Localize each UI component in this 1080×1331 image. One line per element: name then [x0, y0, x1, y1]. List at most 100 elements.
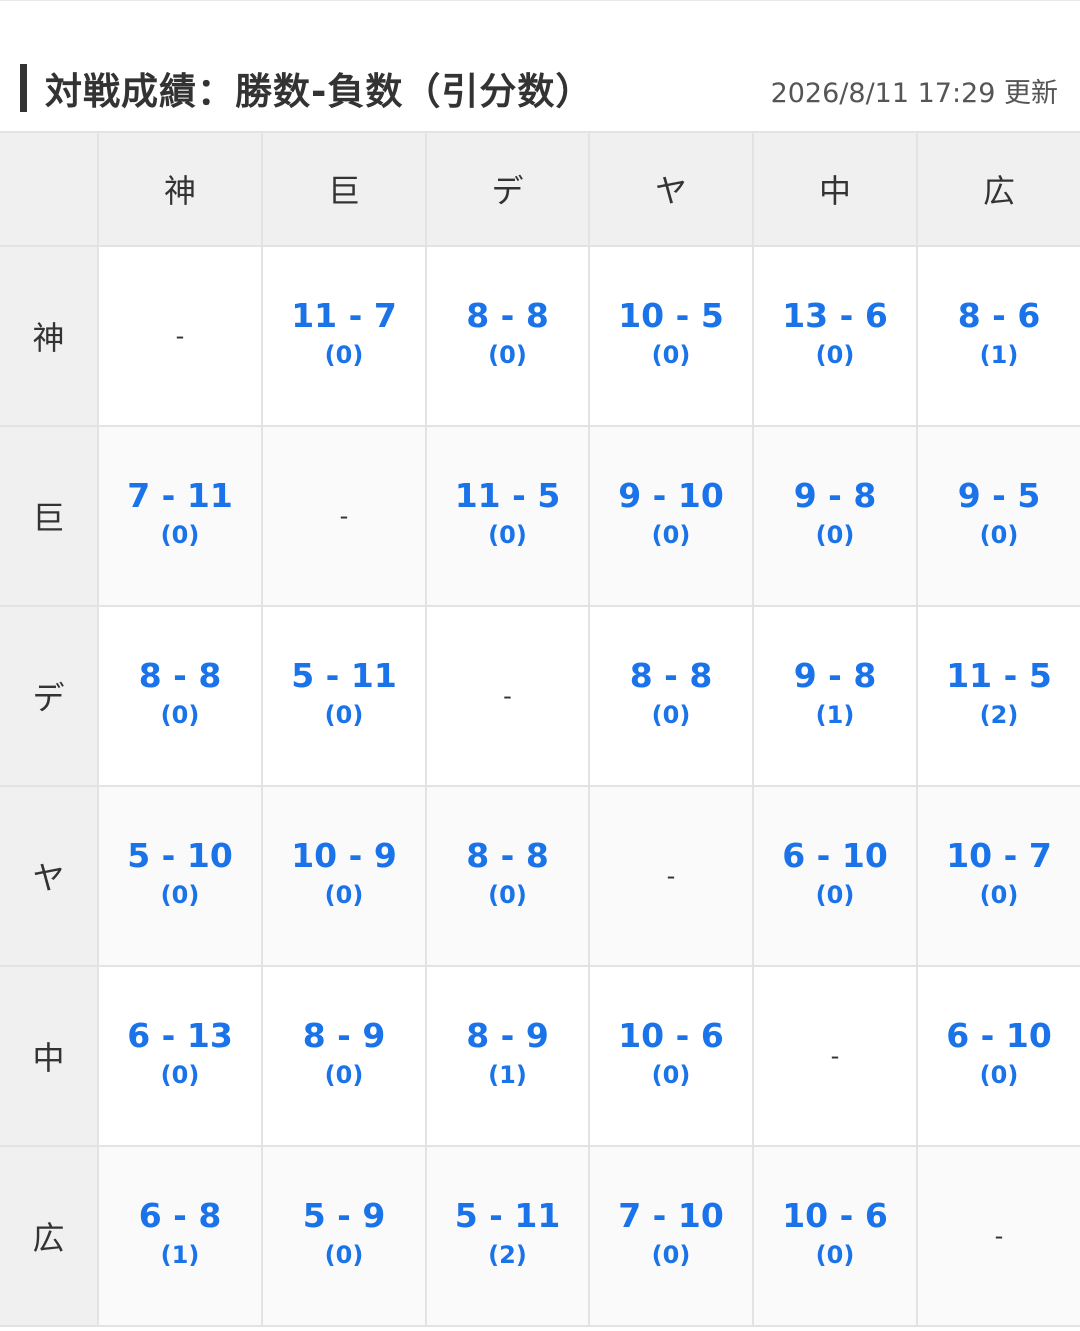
score-link[interactable]: 9 - 10 [590, 477, 752, 515]
matchup-cell: 9 - 5 (0) [916, 425, 1080, 607]
self-matchup-cell: - [261, 425, 427, 607]
draws-count: (0) [324, 881, 364, 909]
self-dash: - [175, 322, 185, 350]
table-row: デ 8 - 8 (0) 5 - 11 (0) - 8 - 8 (0) 9 - 8 (1)… [0, 605, 1080, 787]
matchup-cell: 10 - 6 (0) [588, 965, 754, 1147]
score-link[interactable]: 6 - 10 [754, 837, 916, 875]
draws-count: (0) [815, 1241, 855, 1269]
page-title: 対戦成績：勝数-負数（引分数） [45, 70, 594, 113]
score-link[interactable]: 10 - 6 [754, 1197, 916, 1235]
draws-count: (0) [324, 1241, 364, 1269]
row-header-team: ヤ [0, 785, 99, 967]
matchup-cell: 6 - 10 (0) [916, 965, 1080, 1147]
score-link[interactable]: 10 - 7 [918, 837, 1080, 875]
column-header-team: 中 [752, 131, 918, 247]
draws-count: (0) [979, 1061, 1019, 1089]
matchup-cell: 8 - 9 (0) [261, 965, 427, 1147]
draws-count: (0) [815, 341, 855, 369]
table-row: 広 6 - 8 (1) 5 - 9 (0) 5 - 11 (2) 7 - 10 (0) … [0, 1145, 1080, 1327]
score-link[interactable]: 11 - 5 [427, 477, 588, 515]
matchup-cell: 8 - 9 (1) [425, 965, 590, 1147]
score-link[interactable]: 8 - 9 [263, 1017, 425, 1055]
draws-count: (2) [488, 1241, 527, 1269]
score-link[interactable]: 5 - 11 [427, 1197, 588, 1235]
score-link[interactable]: 7 - 10 [590, 1197, 752, 1235]
matchup-cell: 10 - 7 (0) [916, 785, 1080, 967]
score-link[interactable]: 8 - 8 [427, 297, 588, 335]
column-header-row: 神 巨 デ ヤ 中 広 [0, 131, 1080, 247]
self-dash: - [339, 502, 349, 530]
matchup-cell: 9 - 10 (0) [588, 425, 754, 607]
draws-count: (1) [488, 1061, 527, 1089]
title-accent-bar [20, 64, 27, 112]
score-link[interactable]: 13 - 6 [754, 297, 916, 335]
section-header: 対戦成績：勝数-負数（引分数） 2026/8/11 17:29 更新 [0, 1, 1080, 131]
matchup-cell: 13 - 6 (0) [752, 245, 918, 427]
draws-count: (0) [160, 1061, 200, 1089]
matchup-cell: 9 - 8 (1) [752, 605, 918, 787]
draws-count: (1) [160, 1241, 200, 1269]
matchup-cell: 10 - 9 (0) [261, 785, 427, 967]
column-header-team: デ [425, 131, 590, 247]
matchup-cell: 6 - 10 (0) [752, 785, 918, 967]
self-matchup-cell: - [916, 1145, 1080, 1327]
score-link[interactable]: 9 - 5 [918, 477, 1080, 515]
self-matchup-cell: - [752, 965, 918, 1147]
head-to-head-table: 神 巨 デ ヤ 中 広 神 - 11 - 7 (0) 8 - 8 (0) 10 - … [0, 131, 1080, 1327]
matchup-cell: 8 - 6 (1) [916, 245, 1080, 427]
score-link[interactable]: 10 - 5 [590, 297, 752, 335]
draws-count: (1) [979, 341, 1019, 369]
row-header-team: 神 [0, 245, 99, 427]
score-link[interactable]: 5 - 9 [263, 1197, 425, 1235]
row-header-team: 広 [0, 1145, 99, 1327]
matchup-cell: 6 - 8 (1) [97, 1145, 263, 1327]
draws-count: (0) [324, 1061, 364, 1089]
matchup-cell: 7 - 10 (0) [588, 1145, 754, 1327]
self-matchup-cell: - [425, 605, 590, 787]
self-dash: - [666, 862, 676, 890]
score-link[interactable]: 5 - 10 [99, 837, 261, 875]
matchup-cell: 9 - 8 (0) [752, 425, 918, 607]
score-link[interactable]: 8 - 8 [99, 657, 261, 695]
draws-count: (0) [815, 521, 855, 549]
score-link[interactable]: 6 - 8 [99, 1197, 261, 1235]
score-link[interactable]: 6 - 10 [918, 1017, 1080, 1055]
score-link[interactable]: 11 - 7 [263, 297, 425, 335]
matchup-cell: 7 - 11 (0) [97, 425, 263, 607]
self-dash: - [830, 1042, 840, 1070]
score-link[interactable]: 5 - 11 [263, 657, 425, 695]
column-header-team: ヤ [588, 131, 754, 247]
score-link[interactable]: 7 - 11 [99, 477, 261, 515]
draws-count: (1) [815, 701, 855, 729]
updated-timestamp: 2026/8/11 17:29 更新 [770, 78, 1058, 109]
title-group: 対戦成績：勝数-負数（引分数） [20, 61, 593, 115]
matchup-cell: 11 - 5 (2) [916, 605, 1080, 787]
row-header-team: 中 [0, 965, 99, 1147]
matchup-cell: 5 - 11 (2) [425, 1145, 590, 1327]
score-link[interactable]: 9 - 8 [754, 477, 916, 515]
draws-count: (0) [160, 881, 200, 909]
draws-count: (2) [979, 701, 1019, 729]
self-dash: - [503, 682, 512, 710]
score-link[interactable]: 10 - 9 [263, 837, 425, 875]
score-link[interactable]: 10 - 6 [590, 1017, 752, 1055]
matchup-cell: 8 - 8 (0) [97, 605, 263, 787]
score-link[interactable]: 8 - 9 [427, 1017, 588, 1055]
draws-count: (0) [651, 701, 691, 729]
draws-count: (0) [815, 881, 855, 909]
draws-count: (0) [488, 341, 527, 369]
column-header-team: 広 [916, 131, 1080, 247]
table-row: ヤ 5 - 10 (0) 10 - 9 (0) 8 - 8 (0) - 6 - 10 (… [0, 785, 1080, 967]
draws-count: (0) [651, 341, 691, 369]
score-link[interactable]: 8 - 8 [590, 657, 752, 695]
self-matchup-cell: - [97, 245, 263, 427]
score-link[interactable]: 8 - 6 [918, 297, 1080, 335]
score-link[interactable]: 9 - 8 [754, 657, 916, 695]
column-header-team: 神 [97, 131, 263, 247]
matchup-cell: 11 - 7 (0) [261, 245, 427, 427]
score-link[interactable]: 11 - 5 [918, 657, 1080, 695]
score-link[interactable]: 6 - 13 [99, 1017, 261, 1055]
matchup-cell: 5 - 11 (0) [261, 605, 427, 787]
score-link[interactable]: 8 - 8 [427, 837, 588, 875]
matchup-cell: 8 - 8 (0) [425, 785, 590, 967]
